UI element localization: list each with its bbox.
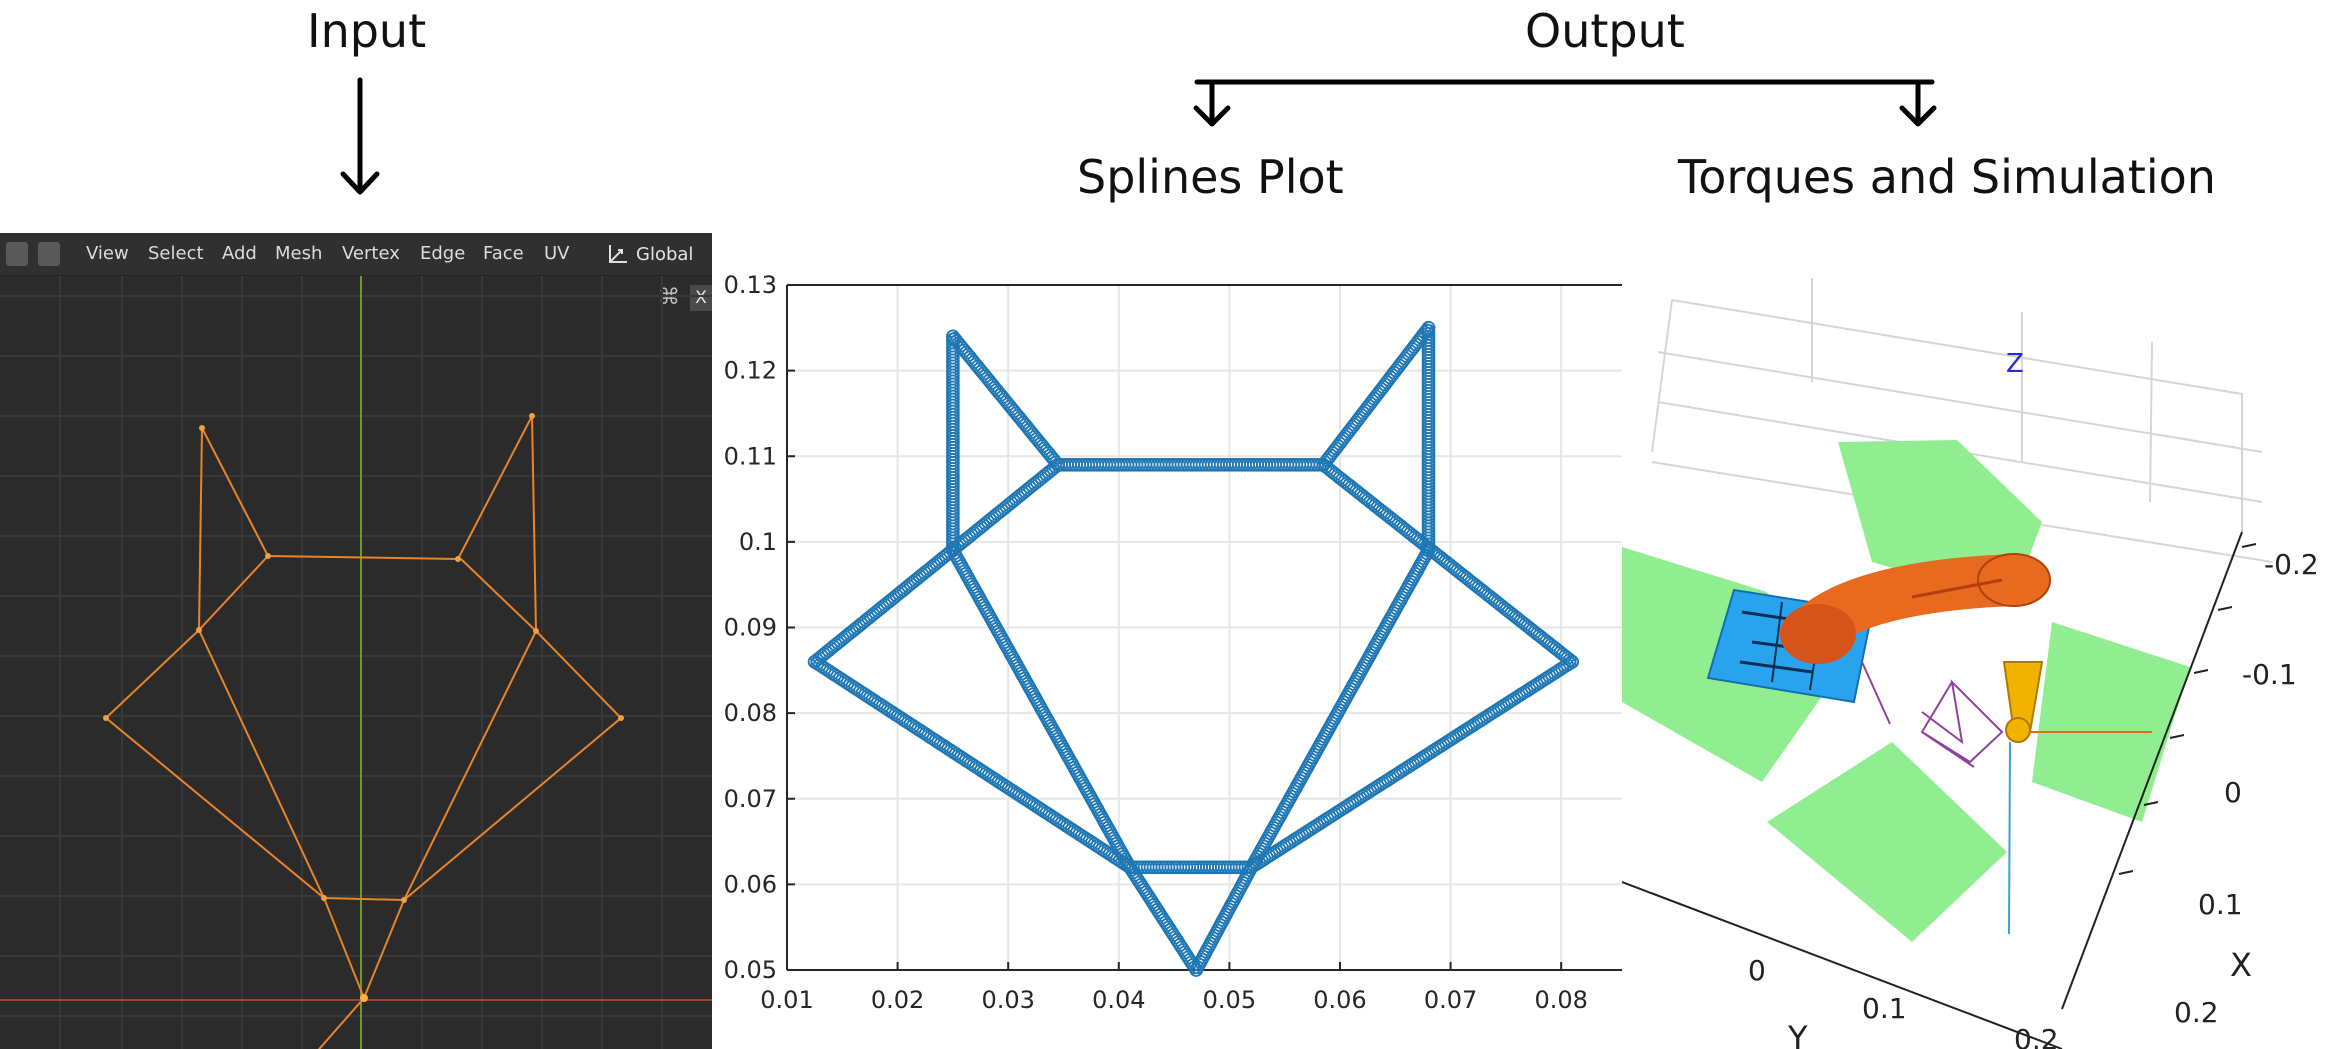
y-tick-labels: 0.05 0.06 0.07 0.08 0.09 0.1 0.11 0.12 0.13 [724,271,777,984]
transform-orientation-button[interactable]: Global [606,239,693,269]
z-axis-label: Z [2006,349,2024,379]
svg-text:0.1: 0.1 [1862,992,1907,1025]
x-tick-label: 0.02 [871,986,924,1014]
x-tick-label: 0.06 [1313,986,1366,1014]
viewport-grid [0,276,712,1049]
svg-text:0.2: 0.2 [2014,1023,2059,1049]
transform-orientation-icon [609,245,627,263]
svg-text:0: 0 [1748,954,1766,987]
menu-view[interactable]: View [86,243,129,264]
edge-mode-button[interactable] [38,242,60,266]
x-tick-label: 0.01 [760,986,813,1014]
y-tick-label: 0.06 [724,870,777,898]
x-tick-label: 0.03 [981,986,1034,1014]
svg-text:0.1: 0.1 [2198,888,2243,921]
y-tick-label: 0.13 [724,271,777,299]
splines-arrow [1193,79,1231,127]
floor-checker [1622,440,2190,942]
y-tick-label: 0.12 [724,357,777,385]
y-axis-label: Y [1787,1019,1808,1049]
torques-arrow [1899,79,1937,127]
svg-text:0: 0 [2224,776,2242,809]
y-tick-label: 0.08 [724,699,777,727]
menu-edge[interactable]: Edge [420,243,465,264]
y-tick-label: 0.07 [724,785,777,813]
menu-uv[interactable]: UV [544,243,570,264]
y-tick-label: 0.05 [724,956,777,984]
caption-arrows [340,77,1937,195]
editor-header: View Select Add Mesh Vertex Edge Face UV… [0,233,712,276]
svg-text:-0.1: -0.1 [2242,658,2297,691]
y-tick-label: 0.09 [724,614,777,642]
menu-mesh[interactable]: Mesh [275,243,322,264]
menu-face[interactable]: Face [483,243,524,264]
simulation-view[interactable]: Z -0.2 -0.1 0 0.1 0.2 X 0 0.1 0.2 Y [1622,262,2337,1049]
global-label: Global [636,243,694,265]
y-tick-label: 0.1 [739,528,777,556]
svg-text:0.2: 0.2 [2174,996,2219,1029]
x-tick-label: 0.05 [1203,986,1256,1014]
blender-editor: View Select Add Mesh Vertex Edge Face UV… [0,233,712,1049]
3d-viewport[interactable] [0,276,712,1049]
x-tick-label: 0.08 [1534,986,1587,1014]
splines-plot: 0.01 0.02 0.03 0.04 0.05 0.06 0.07 0.08 0.050.0… [712,258,1622,1049]
menu-select[interactable]: Select [148,243,204,264]
vertex-mode-button[interactable] [6,242,28,266]
x-tick-label: 0.04 [1092,986,1145,1014]
x-axis-label: X [2230,946,2252,984]
input-arrow [340,77,380,195]
x-tick-label: 0.07 [1424,986,1477,1014]
fox-mesh [104,415,623,1049]
svg-text:-0.2: -0.2 [2264,548,2319,581]
menu-add[interactable]: Add [222,243,257,264]
y-tick-label: 0.11 [724,442,777,470]
menu-vertex[interactable]: Vertex [342,243,400,264]
